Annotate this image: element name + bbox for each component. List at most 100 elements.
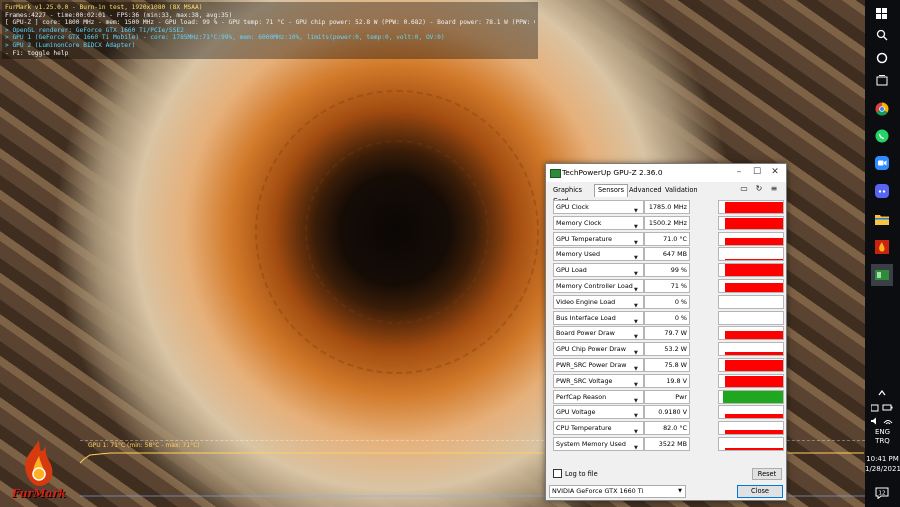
file-explorer-icon[interactable] bbox=[871, 208, 893, 230]
gpu-select-value: NVIDIA GeForce GTX 1660 Ti bbox=[552, 487, 644, 495]
chevron-down-icon[interactable]: ▼ bbox=[634, 268, 638, 276]
close-button[interactable]: Close bbox=[737, 485, 783, 498]
chevron-down-icon[interactable]: ▼ bbox=[634, 442, 638, 450]
sensor-value: 19.8 V bbox=[644, 373, 690, 388]
osd-line: > GPU 1 (GeForce GTX 1660 Ti Mobile) - c… bbox=[5, 34, 445, 42]
maximize-icon[interactable]: ☐ bbox=[750, 166, 764, 179]
osd-line: - F1: toggle help bbox=[5, 49, 69, 57]
sensor-graph bbox=[718, 231, 784, 246]
sensor-name-dropdown[interactable]: Memory Controller Load ▼ bbox=[553, 278, 644, 293]
sensor-name-dropdown[interactable]: Video Engine Load ▼ bbox=[553, 294, 644, 309]
sensor-graph-bar bbox=[725, 264, 783, 277]
sensor-name-dropdown[interactable]: GPU Clock ▼ bbox=[553, 200, 644, 214]
sensor-name-dropdown[interactable]: GPU Voltage ▼ bbox=[553, 405, 644, 420]
logo-text: FurMark bbox=[11, 487, 67, 500]
discord-icon[interactable] bbox=[871, 180, 893, 202]
log-to-file-checkbox[interactable]: Log to file bbox=[553, 469, 598, 478]
sensor-row: Board Power Draw ▼ 79.7 W bbox=[550, 325, 784, 341]
chevron-down-icon[interactable]: ▼ bbox=[634, 316, 638, 324]
input-language[interactable]: ENG bbox=[865, 428, 900, 436]
sensor-name-dropdown[interactable]: Bus Interface Load ▼ bbox=[553, 310, 644, 325]
menu-icon[interactable]: ≡ bbox=[769, 184, 779, 194]
sensor-graph bbox=[718, 278, 784, 293]
chevron-down-icon[interactable]: ▼ bbox=[634, 284, 638, 292]
sensor-value: 71.0 °C bbox=[644, 231, 690, 246]
close-icon[interactable]: ✕ bbox=[768, 166, 782, 179]
chevron-down-icon[interactable]: ▼ bbox=[634, 426, 638, 434]
sensor-name: Memory Controller Load bbox=[556, 281, 633, 290]
sensor-row: Video Engine Load ▼ 0 % bbox=[550, 294, 784, 310]
gpuz-window[interactable]: TechPowerUp GPU-Z 2.36.0 – ☐ ✕ Graphics … bbox=[545, 163, 787, 501]
checkbox-box[interactable] bbox=[553, 469, 562, 478]
chevron-down-icon[interactable]: ▼ bbox=[634, 205, 638, 213]
chevron-down-icon[interactable]: ▼ bbox=[634, 300, 638, 308]
gpuz-taskbar-icon[interactable] bbox=[871, 264, 893, 286]
whatsapp-icon[interactable] bbox=[871, 125, 893, 147]
sensor-graph bbox=[718, 326, 784, 341]
osd-line: > GPU 2 (LuminonCore BIDCX Adapter) bbox=[5, 41, 136, 49]
flame-icon bbox=[25, 440, 53, 486]
chevron-down-icon[interactable]: ▼ bbox=[678, 486, 682, 497]
sensor-name-dropdown[interactable]: Memory Used ▼ bbox=[553, 247, 644, 262]
chevron-down-icon[interactable]: ▼ bbox=[634, 331, 638, 339]
chevron-down-icon[interactable]: ▼ bbox=[634, 410, 638, 418]
task-view-icon[interactable] bbox=[871, 70, 893, 92]
sensor-graph bbox=[718, 294, 784, 309]
chevron-down-icon[interactable]: ▼ bbox=[634, 252, 638, 260]
sensor-value: 3522 MB bbox=[644, 436, 690, 451]
screenshot-icon[interactable]: ▭ bbox=[739, 184, 749, 194]
clock-time[interactable]: 10:41 PM bbox=[865, 455, 900, 463]
reset-button[interactable]: Reset bbox=[752, 468, 782, 480]
sensor-name-dropdown[interactable]: CPU Temperature ▼ bbox=[553, 421, 644, 436]
furmark-taskbar-icon[interactable] bbox=[871, 236, 893, 258]
windows-start-icon[interactable] bbox=[871, 3, 893, 25]
sensor-row: CPU Temperature ▼ 82.0 °C bbox=[550, 420, 784, 436]
sensor-name: PWR_SRC Voltage bbox=[556, 376, 613, 385]
chevron-down-icon[interactable]: ▼ bbox=[634, 221, 638, 229]
sensor-row: GPU Load ▼ 99 % bbox=[550, 262, 784, 278]
sensor-name: Board Power Draw bbox=[556, 329, 615, 338]
cortana-icon[interactable] bbox=[871, 47, 893, 69]
osd-line: [ GPU-Z ] core: 1800 MHz - mem: 1500 MHz… bbox=[5, 19, 535, 27]
sensor-row: PWR_SRC Power Draw ▼ 75.8 W bbox=[550, 357, 784, 373]
sensor-graph-bar bbox=[725, 430, 783, 435]
tab-sensors[interactable]: Sensors bbox=[594, 184, 629, 197]
tab-advanced[interactable]: Advanced bbox=[626, 185, 665, 196]
chevron-down-icon[interactable]: ▼ bbox=[634, 363, 638, 371]
minimize-icon[interactable]: – bbox=[732, 166, 746, 179]
chrome-icon[interactable] bbox=[871, 98, 893, 120]
sensor-name-dropdown[interactable]: GPU Temperature ▼ bbox=[553, 231, 644, 246]
keyboard-layout[interactable]: TRQ bbox=[865, 437, 900, 445]
chevron-down-icon[interactable]: ▼ bbox=[634, 395, 638, 403]
clock-date[interactable]: 1/28/2021 bbox=[865, 465, 900, 473]
sensor-name: GPU Clock bbox=[556, 203, 589, 211]
tab-graphics-card[interactable]: Graphics Card bbox=[550, 185, 585, 205]
sensor-name-dropdown[interactable]: PWR_SRC Voltage ▼ bbox=[553, 373, 644, 388]
zoom-icon[interactable] bbox=[871, 152, 893, 174]
tab-validation[interactable]: Validation bbox=[662, 185, 701, 196]
gpu-select[interactable]: NVIDIA GeForce GTX 1660 Ti ▼ bbox=[549, 485, 686, 498]
notification-icon[interactable]: 12 bbox=[871, 482, 893, 504]
window-title: TechPowerUp GPU-Z 2.36.0 bbox=[562, 168, 663, 177]
furmark-logo: FurMark bbox=[4, 438, 74, 502]
sensor-name-dropdown[interactable]: Board Power Draw ▼ bbox=[553, 326, 644, 341]
sensor-value: Pwr bbox=[644, 389, 690, 404]
refresh-icon[interactable]: ↻ bbox=[754, 184, 764, 194]
search-icon[interactable] bbox=[871, 24, 893, 46]
chevron-down-icon[interactable]: ▼ bbox=[634, 237, 638, 245]
gpuz-titlebar[interactable]: TechPowerUp GPU-Z 2.36.0 – ☐ ✕ bbox=[546, 164, 786, 182]
sensor-name-dropdown[interactable]: GPU Load ▼ bbox=[553, 263, 644, 278]
sensor-graph-bar bbox=[725, 331, 783, 340]
sensor-name-dropdown[interactable]: System Memory Used ▼ bbox=[553, 436, 644, 451]
sensor-name-dropdown[interactable]: PWR_SRC Power Draw ▼ bbox=[553, 357, 644, 372]
chevron-down-icon[interactable]: ▼ bbox=[634, 347, 638, 355]
sensor-name-dropdown[interactable]: Memory Clock ▼ bbox=[553, 215, 644, 230]
gpuz-app-icon bbox=[550, 169, 561, 178]
sensor-name-dropdown[interactable]: PerfCap Reason ▼ bbox=[553, 389, 644, 404]
chevron-down-icon[interactable]: ▼ bbox=[634, 379, 638, 387]
sensor-graph bbox=[718, 357, 784, 372]
sensor-name: GPU Voltage bbox=[556, 408, 596, 417]
sensor-name-dropdown[interactable]: GPU Chip Power Draw ▼ bbox=[553, 342, 644, 357]
furmark-osd-panel: FurMark v1.25.0.0 - Burn-in test, 1920x1… bbox=[2, 2, 538, 60]
sensor-name: CPU Temperature bbox=[556, 424, 612, 433]
